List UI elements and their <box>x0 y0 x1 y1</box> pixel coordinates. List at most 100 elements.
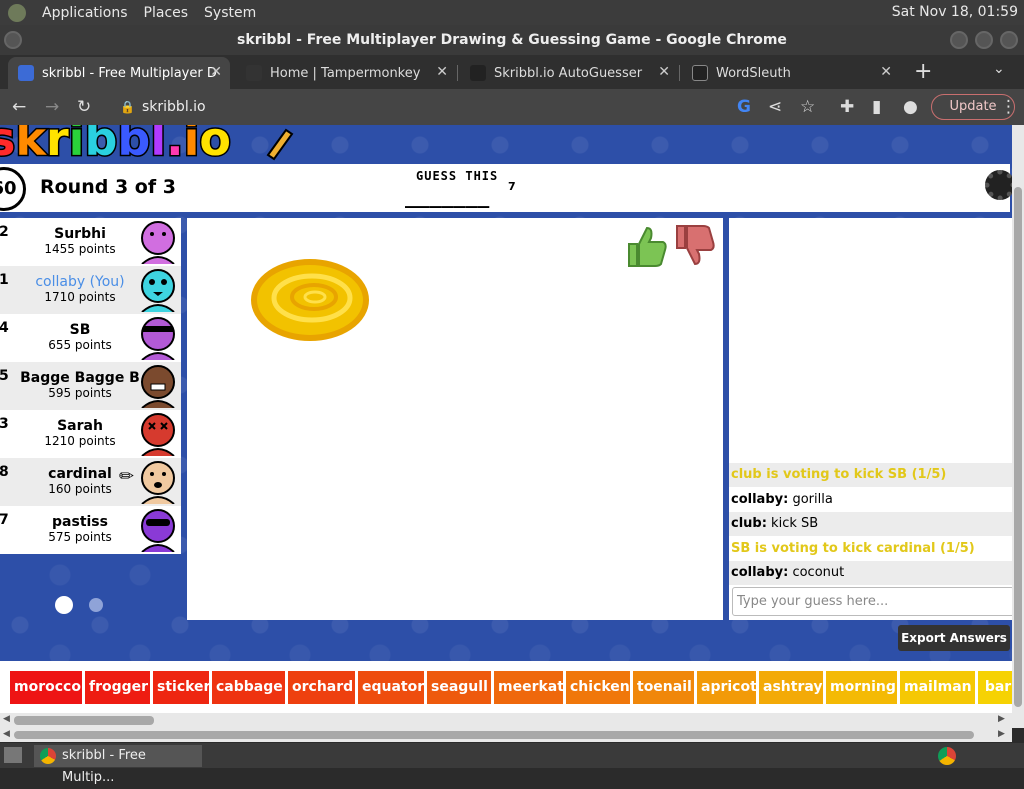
carousel-dot[interactable] <box>89 598 103 612</box>
tab-search-chevron-icon[interactable]: ⌄ <box>993 61 1005 77</box>
word-candidate-chip[interactable]: frogger <box>85 671 150 704</box>
word-candidate-chip[interactable]: morocco <box>10 671 82 704</box>
word-candidate-chip[interactable]: sticker <box>153 671 209 704</box>
word-candidate-chip[interactable]: bar <box>978 671 1012 704</box>
taskbar-item-label: skribbl - Free Multip... <box>62 748 146 785</box>
close-window-icon[interactable] <box>1000 31 1018 49</box>
profile-avatar-icon[interactable]: ● <box>903 97 918 117</box>
word-candidate-chip[interactable]: cabbage <box>212 671 285 704</box>
scrollbar-thumb[interactable] <box>14 716 154 725</box>
player-row[interactable]: 5 Bagge Bagge B 595 points <box>0 362 181 410</box>
address-bar[interactable]: 🔒 skribbl.io <box>110 93 820 121</box>
word-candidate-chip[interactable]: meerkat <box>494 671 563 704</box>
tab-skribbl[interactable]: skribbl - Free Multiplayer D ✕ <box>8 57 230 89</box>
carousel-dot-active[interactable] <box>55 596 73 614</box>
thumbs-down-icon[interactable] <box>673 224 717 268</box>
close-tab-icon[interactable]: ✕ <box>880 64 892 80</box>
back-icon[interactable]: ← <box>12 97 26 117</box>
new-tab-icon[interactable]: + <box>914 59 932 84</box>
os-clock[interactable]: Sat Nov 18, 01:59 <box>892 4 1018 20</box>
round-header: 60 Round 3 of 3 GUESS THIS _______ 7 <box>0 164 1012 212</box>
tab-autoguesser[interactable]: Skribbl.io AutoGuesser ✕ <box>460 57 678 89</box>
tab-label: Home | Tampermonkey <box>270 65 421 81</box>
word-candidate-chip[interactable]: morning <box>826 671 897 704</box>
extensions-icon[interactable]: ✚ <box>840 97 854 117</box>
player-row[interactable]: 2 Surbhi 1455 points <box>0 218 181 266</box>
scroll-right-icon[interactable]: ▶ <box>998 729 1005 739</box>
settings-gear-icon[interactable] <box>985 170 1012 200</box>
player-row[interactable]: 3 Sarah 1210 points <box>0 410 181 458</box>
close-tab-icon[interactable]: ✕ <box>436 64 448 80</box>
player-row[interactable]: 8 cardinal 160 points ✏ <box>0 458 181 506</box>
page-horizontal-scrollbar[interactable]: ◀ ▶ <box>0 728 1012 742</box>
avatar <box>141 461 175 504</box>
tab-label: Skribbl.io AutoGuesser <box>494 65 643 81</box>
player-rank: 1 <box>0 272 9 288</box>
word-candidate-chip[interactable]: seagull <box>427 671 491 704</box>
scrollbar-thumb[interactable] <box>14 731 974 739</box>
gnome-logo-icon[interactable] <box>8 3 26 22</box>
avatar <box>141 269 175 312</box>
word-candidate-chip[interactable]: apricot <box>697 671 756 704</box>
tab-separator <box>679 65 680 81</box>
word-candidate-chip[interactable]: equator <box>358 671 424 704</box>
minimize-icon[interactable] <box>950 31 968 49</box>
guess-input[interactable]: Type your guess here... <box>732 587 1012 616</box>
guess-this-label: GUESS THIS <box>416 169 499 183</box>
close-tab-icon[interactable]: ✕ <box>210 64 222 80</box>
player-row[interactable]: 7 pastiss 575 points <box>0 506 181 554</box>
player-points: 595 points <box>48 386 112 400</box>
tab-tampermonkey[interactable]: Home | Tampermonkey ✕ <box>236 57 456 89</box>
word-candidate-chip[interactable]: toenail <box>633 671 694 704</box>
page-vertical-scrollbar[interactable] <box>1012 125 1024 728</box>
chat-message-system: club is voting to kick SB (1/5) <box>729 463 1012 487</box>
round-timer: 60 <box>0 167 26 211</box>
os-menu-system[interactable]: System <box>204 5 256 21</box>
os-menu-places[interactable]: Places <box>144 5 189 21</box>
chrome-menu-icon[interactable]: ⋮ <box>1000 97 1017 117</box>
word-candidate-chip[interactable]: mailman <box>900 671 975 704</box>
word-hint-blanks: _______ <box>405 184 490 208</box>
bookmark-star-icon[interactable]: ☆ <box>800 97 815 117</box>
side-panel-icon[interactable]: ▮ <box>872 97 881 117</box>
os-menu-applications[interactable]: Applications <box>42 5 128 21</box>
thumbs-up-icon[interactable] <box>625 224 669 268</box>
tab-strip: skribbl - Free Multiplayer D ✕ Home | Ta… <box>0 55 1024 89</box>
player-points: 575 points <box>48 530 112 544</box>
player-points: 1455 points <box>44 242 116 256</box>
chrome-icon <box>40 748 56 764</box>
player-points: 655 points <box>48 338 112 352</box>
lock-icon[interactable]: 🔒 <box>120 93 135 121</box>
word-bar-scrollbar[interactable]: ◀ ▶ <box>0 713 1012 728</box>
share-icon[interactable]: ⋖ <box>768 97 782 117</box>
close-tab-icon[interactable]: ✕ <box>658 64 670 80</box>
forward-icon[interactable]: → <box>45 97 59 117</box>
reload-icon[interactable]: ↻ <box>77 97 91 117</box>
chat-user: collaby: <box>731 492 789 507</box>
maximize-icon[interactable] <box>975 31 993 49</box>
tray-chrome-icon[interactable] <box>938 747 956 765</box>
scroll-left-icon[interactable]: ◀ <box>3 714 10 724</box>
tampermonkey-favicon-icon <box>246 65 262 81</box>
drawing-canvas[interactable] <box>187 218 723 620</box>
player-row[interactable]: 4 SB 655 points <box>0 314 181 362</box>
player-name: Sarah <box>57 418 103 434</box>
tab-wordsleuth[interactable]: WordSleuth ✕ <box>682 57 900 89</box>
scrollbar-thumb[interactable] <box>1014 187 1022 707</box>
google-icon[interactable]: G <box>737 97 751 117</box>
player-rank: 2 <box>0 224 9 240</box>
word-candidate-chip[interactable]: ashtray <box>759 671 823 704</box>
word-candidate-chip[interactable]: chicken <box>566 671 630 704</box>
window-menu-icon[interactable] <box>4 31 22 49</box>
show-desktop-icon[interactable] <box>4 747 22 763</box>
taskbar-chrome-window[interactable]: skribbl - Free Multip... <box>34 745 202 785</box>
player-list: 2 Surbhi 1455 points 1 collaby (You) 171… <box>0 218 181 554</box>
player-row[interactable]: 1 collaby (You) 1710 points <box>0 266 181 314</box>
scroll-right-icon[interactable]: ▶ <box>998 714 1005 724</box>
round-indicator: Round 3 of 3 <box>40 176 176 198</box>
export-answers-button[interactable]: Export Answers <box>898 625 1010 651</box>
word-candidate-chip[interactable]: orchard <box>288 671 355 704</box>
scroll-left-icon[interactable]: ◀ <box>3 729 10 739</box>
skribbl-logo: skribbl.io <box>0 125 300 168</box>
player-name: collaby (You) <box>35 274 125 290</box>
